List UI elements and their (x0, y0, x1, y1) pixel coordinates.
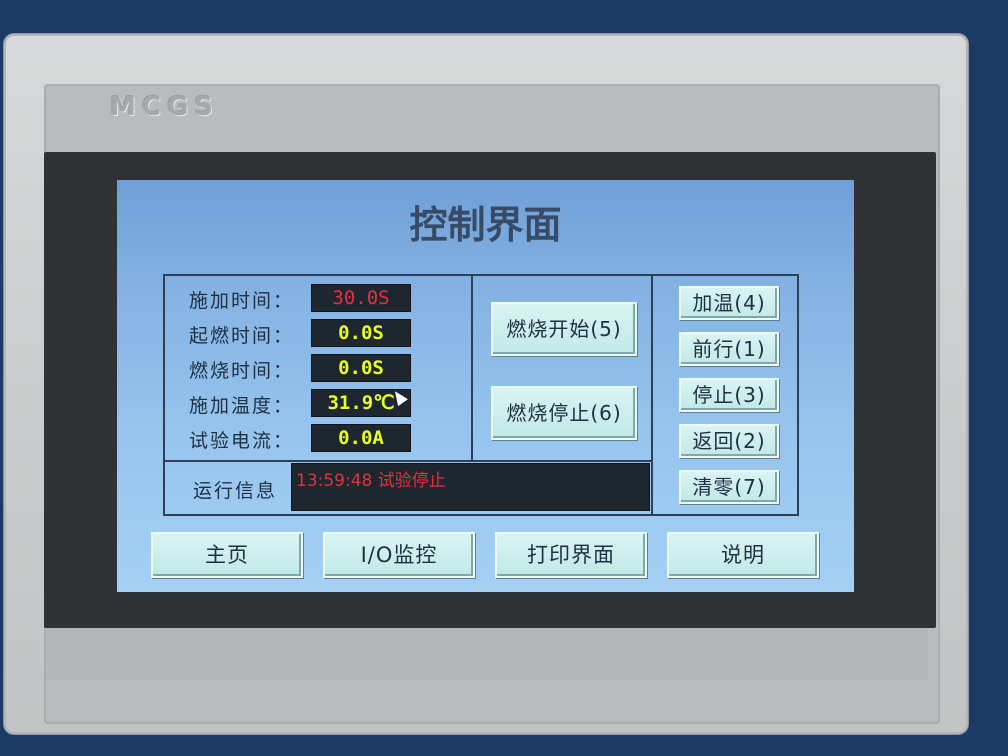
run-info-label: 运行信息 (193, 480, 278, 502)
brand-logo: MCGS (110, 92, 220, 122)
run-info-box: 13:59:48 试验停止 (291, 463, 650, 511)
bezel-bottom-strip (46, 628, 928, 680)
return-button[interactable]: 返回(2) (679, 424, 779, 458)
stop-button[interactable]: 停止(3) (679, 378, 779, 412)
readout-value-ignition-time: 0.0S (311, 319, 411, 347)
hmi-screen: 控制界面 施加时间： 30.0S 起燃时间： 0.0S 燃烧时间： 0.0S 施… (117, 180, 854, 592)
nav-print-button[interactable]: 打印界面 (495, 532, 647, 578)
page-title: 控制界面 (409, 202, 562, 247)
readout-label-ignition-time: 起燃时间： (189, 325, 295, 347)
nav-io-monitor-button[interactable]: I/O监控 (323, 532, 475, 578)
heat-button[interactable]: 加温(4) (679, 286, 779, 320)
readout-value-burn-time: 0.0S (311, 354, 411, 382)
nav-home-button[interactable]: 主页 (151, 532, 303, 578)
readout-label-burn-time: 燃烧时间： (189, 360, 295, 382)
reset-button[interactable]: 清零(7) (679, 470, 779, 504)
readout-label-test-current: 试验电流： (189, 430, 295, 452)
forward-button[interactable]: 前行(1) (679, 332, 779, 366)
burn-start-button[interactable]: 燃烧开始(5) (491, 302, 637, 356)
readout-label-apply-temperature: 施加温度： (189, 395, 295, 417)
run-info-message: 13:59:48 试验停止 (296, 471, 446, 491)
nav-help-button[interactable]: 说明 (667, 532, 819, 578)
readout-value-test-current: 0.0A (311, 424, 411, 452)
burn-stop-button[interactable]: 燃烧停止(6) (491, 386, 637, 440)
readout-label-apply-time: 施加时间： (189, 290, 295, 312)
readout-value-apply-time: 30.0S (311, 284, 411, 312)
